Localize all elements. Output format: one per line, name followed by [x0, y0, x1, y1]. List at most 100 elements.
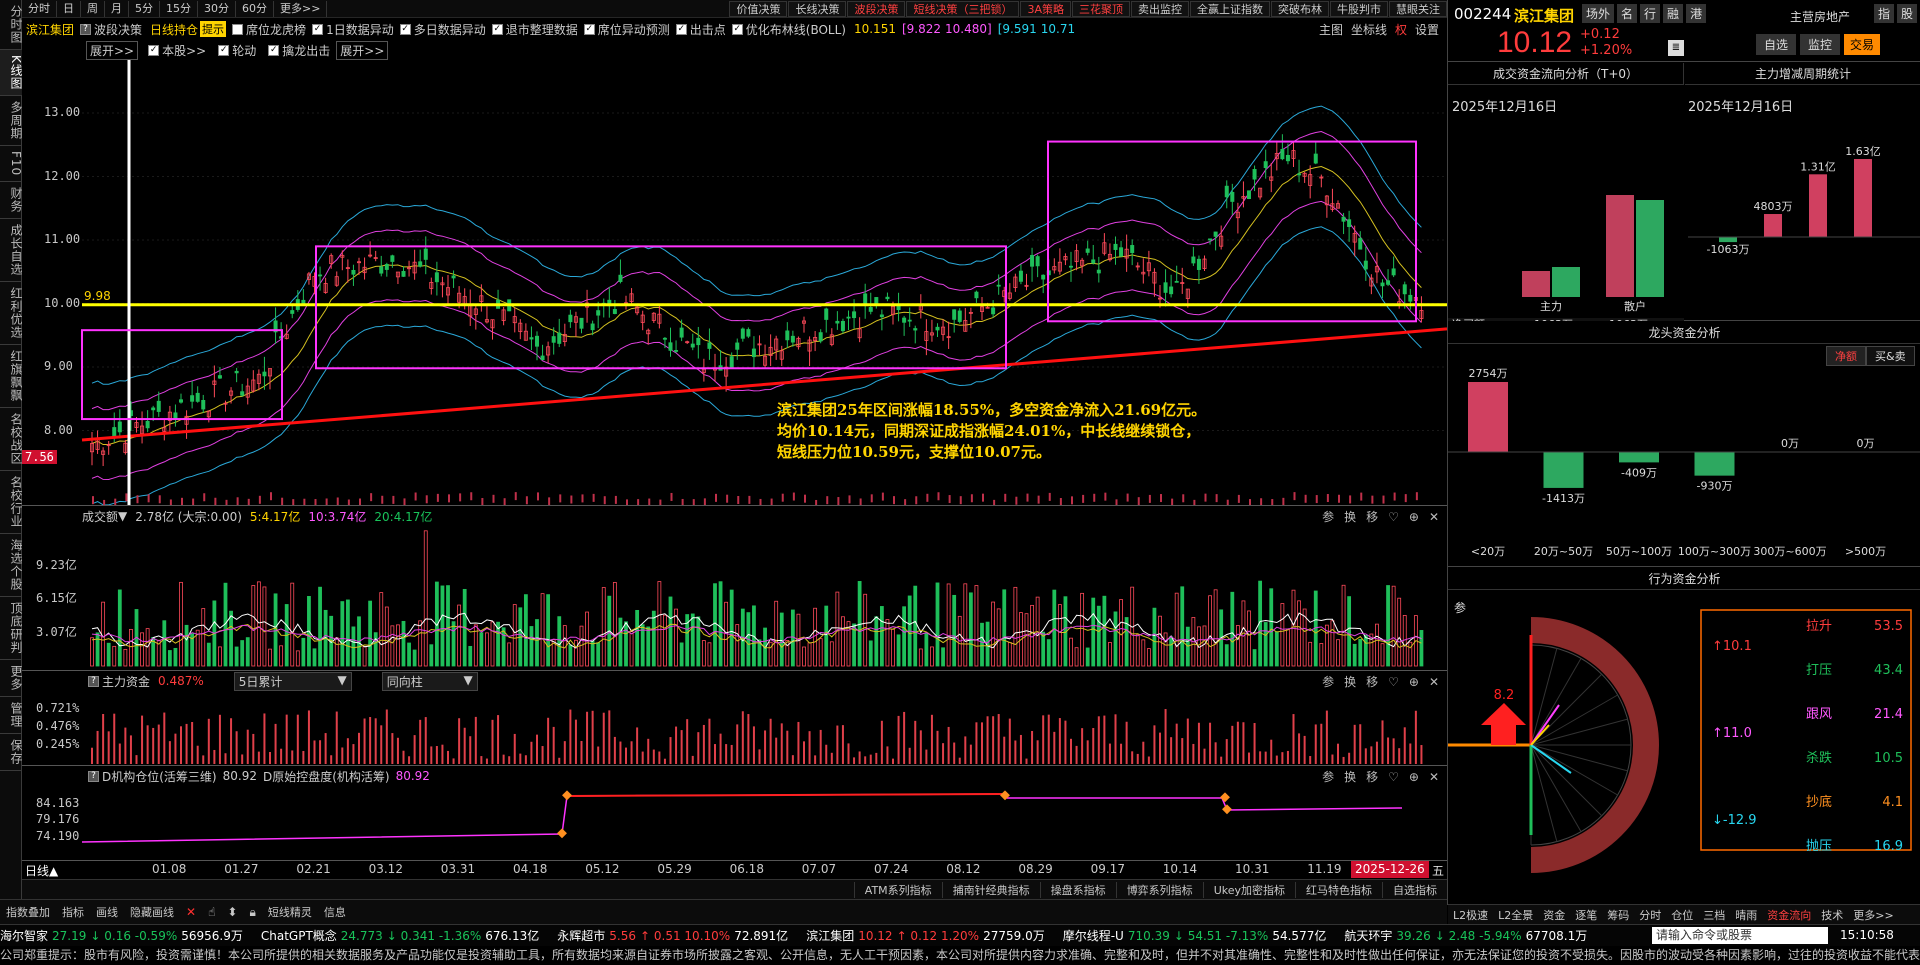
row2-checkbox[interactable]: ✓ — [218, 44, 230, 56]
strategy-tab[interactable]: 全赢上证指数 — [1190, 0, 1270, 17]
right-tab[interactable]: 资金流向 — [1762, 907, 1816, 923]
pointer-icon[interactable]: ☝ — [208, 905, 215, 919]
indicator-checkbox[interactable]: ✓ — [675, 23, 687, 35]
right-tab[interactable]: L2全景 — [1493, 907, 1538, 923]
strategy-tab[interactable]: 突破布林 — [1271, 0, 1329, 17]
left-nav-item[interactable]: F10 — [0, 146, 23, 183]
right-tab[interactable]: 三档 — [1698, 907, 1730, 923]
ticker-item[interactable]: 摩尔线程-U 710.39 ↓ 54.51 -7.13% 54.577亿 — [1063, 927, 1331, 944]
left-nav-item[interactable]: 多周期 — [0, 96, 23, 146]
chart-option[interactable]: 坐标线 — [1351, 21, 1387, 38]
stock-tag[interactable]: 行 — [1640, 4, 1661, 23]
indicator-checkbox[interactable]: ✓ — [312, 23, 324, 35]
indicator-checkbox[interactable]: ✓ — [731, 23, 743, 35]
indicator-toggle[interactable]: 日线持仓 — [150, 21, 198, 38]
row2-toggle[interactable]: 本股>> — [162, 42, 206, 59]
bottom-tool[interactable]: 指数叠加 — [6, 904, 50, 920]
period-tab[interactable]: 月 — [105, 0, 129, 17]
indicator-series-tab[interactable]: 博弈系列指标 — [1115, 881, 1203, 898]
right-tab[interactable]: L2极速 — [1448, 907, 1493, 923]
indicator-checkbox[interactable]: ? — [80, 23, 92, 35]
quote-action-button[interactable]: 监控 — [1800, 34, 1841, 55]
lock-icon[interactable]: 🔒︎ — [249, 905, 255, 920]
row2-toggle[interactable]: 擒龙出击 — [282, 42, 330, 59]
panel-tool-5[interactable]: ✕ — [1429, 510, 1439, 524]
panel-tool-5[interactable]: ✕ — [1429, 675, 1439, 689]
period-tab[interactable]: 5分 — [129, 0, 160, 17]
dragon-tab[interactable]: 净额 — [1826, 346, 1866, 366]
bottom-tool[interactable]: 短线精灵 — [268, 904, 312, 920]
indicator-toggle[interactable]: 优化布林线(BOLL) — [746, 21, 846, 38]
indicator-series-tab[interactable]: Ukey加密指标 — [1202, 881, 1295, 898]
panel-tool-4[interactable]: ⊕ — [1409, 770, 1419, 784]
indicator-checkbox[interactable]: ✓ — [491, 23, 503, 35]
command-input[interactable]: 请输入命令或股票 — [1652, 927, 1828, 944]
right-tab[interactable]: 逐笔 — [1570, 907, 1602, 923]
indicator-toggle[interactable]: 出击点 — [690, 21, 726, 38]
dragon-tab[interactable]: 买&卖 — [1866, 346, 1915, 366]
chart-option[interactable]: 主图 — [1319, 21, 1343, 38]
panel-tool-3[interactable]: ♡ — [1388, 510, 1399, 524]
right-tab[interactable]: 分时 — [1634, 907, 1666, 923]
indicator-series-tab[interactable]: 操盘系指标 — [1039, 881, 1116, 898]
quote-action-button[interactable]: 交易 — [1844, 34, 1881, 55]
strategy-tab[interactable]: 价值决策 — [729, 0, 788, 17]
panel-tool-4[interactable]: ⊕ — [1409, 675, 1419, 689]
indicator-toggle[interactable]: 波段决策 — [94, 21, 142, 38]
indicator-checkbox[interactable]: ✓ — [583, 23, 595, 35]
ticker-item[interactable]: 海尔智家 27.19 ↓ 0.16 -0.59% 56956.9万 — [0, 927, 247, 944]
indicator-series-tab[interactable]: 捕南针经典指标 — [941, 881, 1040, 898]
strategy-tab[interactable]: 卖出监控 — [1131, 0, 1189, 17]
right-tab[interactable]: 晴雨 — [1730, 907, 1762, 923]
ticker-item[interactable]: 滨江集团 10.12 ↑ 0.12 1.20% 27759.0万 — [806, 927, 1049, 944]
right-tab[interactable]: 仓位 — [1666, 907, 1698, 923]
notes-icon[interactable]: ≣ — [1668, 40, 1684, 56]
left-nav-item[interactable]: 分时图 — [0, 0, 23, 50]
header-button[interactable]: 指 — [1874, 4, 1895, 23]
indicator-series-tab[interactable]: ATM系列指标 — [853, 881, 942, 898]
period-tab[interactable]: 60分 — [236, 0, 274, 17]
close-draw-icon[interactable]: ✕ — [186, 905, 196, 919]
indicator-series-tab[interactable]: 自选指标 — [1382, 881, 1447, 898]
period-label[interactable]: 日线▲ — [25, 862, 58, 879]
bottom-tool[interactable]: 画线 — [96, 904, 118, 920]
row2-checkbox[interactable]: ✓ — [268, 44, 280, 56]
row2-checkbox[interactable]: ✓ — [148, 44, 160, 56]
stock-tag[interactable]: 港 — [1686, 4, 1707, 23]
strategy-tab[interactable]: 长线决策 — [788, 0, 847, 17]
panel-tool-4[interactable]: ⊕ — [1409, 510, 1419, 524]
quote-action-button[interactable]: 自选 — [1756, 34, 1797, 55]
right-tab[interactable]: 筹码 — [1602, 907, 1634, 923]
left-nav-item[interactable]: 更多 — [0, 660, 23, 698]
row2-toggle[interactable]: 轮动 — [232, 42, 256, 59]
panel-tool-2[interactable]: 移 — [1366, 770, 1378, 784]
strategy-tab[interactable]: 三花聚顶 — [1072, 0, 1130, 17]
strategy-tab[interactable]: 3A策略 — [1020, 0, 1071, 17]
row2-toggle[interactable]: 展开>> — [86, 40, 139, 60]
indicator-toggle[interactable]: 退市整理数据 — [506, 21, 578, 38]
panel-tool-5[interactable]: ✕ — [1429, 770, 1439, 784]
indicator-checkbox[interactable] — [232, 23, 244, 35]
fund-mode-select[interactable]: 同向柱 ▼ — [381, 671, 478, 691]
right-tab[interactable]: 资金 — [1538, 907, 1570, 923]
left-nav-item[interactable]: 成长自选 — [0, 219, 23, 283]
period-tab[interactable]: 日 — [57, 0, 81, 17]
left-nav-item[interactable]: 名校行业 — [0, 471, 23, 535]
indicator-checkbox[interactable]: ✓ — [399, 23, 411, 35]
panel-tool-3[interactable]: ♡ — [1388, 770, 1399, 784]
ticker-item[interactable]: 永辉超市 5.56 ↑ 0.51 10.10% 72.891亿 — [557, 927, 792, 944]
strategy-tab[interactable]: 牛股判市 — [1330, 0, 1388, 17]
left-nav-item[interactable]: 红旗飘飘 — [0, 345, 23, 409]
period-tab[interactable]: 30分 — [198, 0, 236, 17]
left-nav-item[interactable]: K线图 — [0, 50, 23, 96]
panel-tool-0[interactable]: 参 — [1322, 675, 1334, 689]
left-nav-item[interactable]: 红利优选 — [0, 282, 23, 346]
panel-tool-1[interactable]: 换 — [1344, 770, 1356, 784]
panel-tool-1[interactable]: 换 — [1344, 510, 1356, 524]
indicator-series-tab[interactable]: 红马特色指标 — [1295, 881, 1382, 898]
left-nav-item[interactable]: 管理 — [0, 697, 23, 735]
indicator-toggle[interactable]: 席位龙虎榜 — [246, 21, 306, 38]
bottom-tool[interactable]: 信息 — [324, 904, 346, 920]
panel-tool-2[interactable]: 移 — [1366, 675, 1378, 689]
bottom-tool[interactable]: 指标 — [62, 904, 84, 920]
